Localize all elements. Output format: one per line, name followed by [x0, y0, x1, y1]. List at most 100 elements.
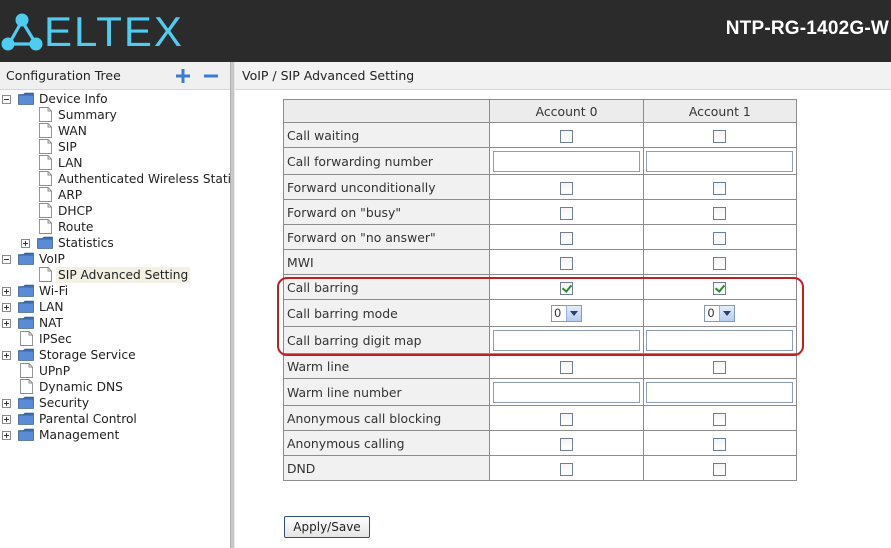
- call-barring-checkbox-account-1[interactable]: [713, 281, 727, 295]
- call-barring-digit-map-input-account-0[interactable]: [493, 329, 641, 351]
- call-barring-mode-select-account-0[interactable]: 0: [551, 304, 583, 322]
- collapse-minus-icon[interactable]: [2, 255, 11, 264]
- chevron-down-icon[interactable]: [566, 305, 582, 321]
- warm-line-number-input-account-0[interactable]: [493, 381, 641, 403]
- forward-unconditionally-checkbox-account-0[interactable]: [560, 181, 574, 195]
- call-waiting-checkbox-account-1[interactable]: [713, 129, 727, 143]
- plus-icon[interactable]: [175, 68, 191, 84]
- account-0-cell: [489, 174, 644, 200]
- tree-item-parental-control[interactable]: Parental Control: [0, 411, 230, 427]
- warm-line-checkbox-account-0[interactable]: [560, 360, 574, 374]
- tree-item-management[interactable]: Management: [0, 427, 230, 443]
- account-1-cell: [642, 353, 798, 379]
- tree-item-dhcp[interactable]: DHCP: [0, 203, 230, 219]
- table-row: Forward unconditionally: [282, 174, 798, 200]
- minus-icon[interactable]: [203, 68, 219, 84]
- tree-item-label: Summary: [58, 108, 117, 122]
- setting-label-call-forwarding-number: Call forwarding number: [282, 147, 491, 175]
- tree-item-sip-advanced-setting[interactable]: SIP Advanced Setting: [0, 267, 230, 283]
- collapse-minus-icon[interactable]: [2, 95, 11, 104]
- tree-item-dynamic-dns[interactable]: Dynamic DNS: [0, 379, 230, 395]
- configuration-tree-panel: Configuration Tree Device Info Summary WAN…: [0, 62, 230, 548]
- header-bar: ELTEX NTP-RG-1402G-W: [0, 0, 891, 62]
- account-0-cell: [489, 378, 644, 406]
- expand-plus-icon[interactable]: [2, 431, 11, 440]
- warm-line-number-input-account-1[interactable]: [646, 381, 794, 403]
- mwi-checkbox-account-1[interactable]: [713, 256, 727, 270]
- account-1-cell: [642, 199, 798, 225]
- tree-item-wan[interactable]: WAN: [0, 123, 230, 139]
- tree-item-ipsec[interactable]: IPSec: [0, 331, 230, 347]
- setting-label-mwi: MWI: [282, 249, 491, 275]
- sidebar-header: Configuration Tree: [0, 62, 230, 90]
- expand-plus-icon[interactable]: [2, 287, 11, 296]
- anonymous-call-blocking-checkbox-account-0[interactable]: [560, 412, 574, 426]
- warm-line-checkbox-account-1[interactable]: [713, 360, 727, 374]
- account-0-cell: [489, 430, 644, 456]
- column-header-account-0: Account 0: [489, 99, 644, 123]
- device-model: NTP-RG-1402G-W: [725, 18, 889, 39]
- apply-save-button[interactable]: Apply/Save: [284, 516, 370, 538]
- call-barring-digit-map-input-account-1[interactable]: [646, 329, 794, 351]
- anonymous-call-blocking-checkbox-account-1[interactable]: [713, 412, 727, 426]
- column-header-account-1: Account 1: [642, 99, 798, 123]
- call-forwarding-number-input-account-1[interactable]: [646, 150, 794, 172]
- table-row: Call barring digit map: [282, 326, 798, 354]
- expand-plus-icon[interactable]: [2, 399, 11, 408]
- document-icon: [39, 219, 52, 234]
- document-icon: [39, 139, 52, 154]
- forward-on-no-answer-checkbox-account-1[interactable]: [713, 231, 727, 245]
- call-forwarding-number-input-account-0[interactable]: [493, 150, 641, 172]
- expand-plus-icon[interactable]: [2, 303, 11, 312]
- account-0-cell: [489, 455, 644, 481]
- forward-on-busy-checkbox-account-1[interactable]: [713, 206, 727, 220]
- tree-item-lan[interactable]: LAN: [0, 155, 230, 171]
- folder-icon: [18, 412, 34, 425]
- table-row: Anonymous calling: [282, 430, 798, 456]
- forward-on-busy-checkbox-account-0[interactable]: [560, 206, 574, 220]
- tree-item-arp[interactable]: ARP: [0, 187, 230, 203]
- tree-item-device-info[interactable]: Device Info: [0, 91, 230, 107]
- tree-item-summary[interactable]: Summary: [0, 107, 230, 123]
- tree-item-label: Security: [39, 396, 90, 410]
- tree-item-label: Storage Service: [39, 348, 136, 362]
- setting-label-call-barring-mode: Call barring mode: [282, 299, 491, 327]
- call-barring-mode-select-account-1[interactable]: 0: [704, 304, 736, 322]
- expand-plus-icon[interactable]: [2, 351, 11, 360]
- tree-item-label: Statistics: [58, 236, 114, 250]
- tree-item-statistics[interactable]: Statistics: [0, 235, 230, 251]
- tree-item-wi-fi[interactable]: Wi-Fi: [0, 283, 230, 299]
- document-icon: [20, 379, 33, 394]
- chevron-down-icon[interactable]: [719, 305, 735, 321]
- forward-on-no-answer-checkbox-account-0[interactable]: [560, 231, 574, 245]
- forward-unconditionally-checkbox-account-1[interactable]: [713, 181, 727, 195]
- sidebar-title: Configuration Tree: [6, 68, 121, 83]
- tree-item-nat[interactable]: NAT: [0, 315, 230, 331]
- tree-item-voip[interactable]: VoIP: [0, 251, 230, 267]
- dnd-checkbox-account-1[interactable]: [713, 462, 727, 476]
- tree-item-authenticated-wireless-static[interactable]: Authenticated Wireless Static: [0, 171, 230, 187]
- account-0-cell: [489, 353, 644, 379]
- call-waiting-checkbox-account-0[interactable]: [560, 129, 574, 143]
- tree-item-sip[interactable]: SIP: [0, 139, 230, 155]
- anonymous-calling-checkbox-account-0[interactable]: [560, 437, 574, 451]
- dnd-checkbox-account-0[interactable]: [560, 462, 574, 476]
- expand-plus-icon[interactable]: [21, 239, 30, 248]
- document-icon: [39, 171, 52, 186]
- account-1-cell: 0: [642, 299, 798, 327]
- tree-item-upnp[interactable]: UPnP: [0, 363, 230, 379]
- mwi-checkbox-account-0[interactable]: [560, 256, 574, 270]
- anonymous-calling-checkbox-account-1[interactable]: [713, 437, 727, 451]
- tree-item-storage-service[interactable]: Storage Service: [0, 347, 230, 363]
- call-barring-checkbox-account-0[interactable]: [560, 281, 574, 295]
- account-1-cell: [642, 455, 798, 481]
- breadcrumb: VoIP / SIP Advanced Setting: [242, 68, 415, 83]
- setting-label-forward-on-no-answer: Forward on "no answer": [282, 224, 491, 250]
- expand-plus-icon[interactable]: [2, 319, 11, 328]
- tree-item-security[interactable]: Security: [0, 395, 230, 411]
- panel-splitter[interactable]: [230, 62, 235, 548]
- expand-plus-icon[interactable]: [2, 415, 11, 424]
- tree-item-lan[interactable]: LAN: [0, 299, 230, 315]
- setting-label-anonymous-call-blocking: Anonymous call blocking: [282, 405, 491, 431]
- tree-item-route[interactable]: Route: [0, 219, 230, 235]
